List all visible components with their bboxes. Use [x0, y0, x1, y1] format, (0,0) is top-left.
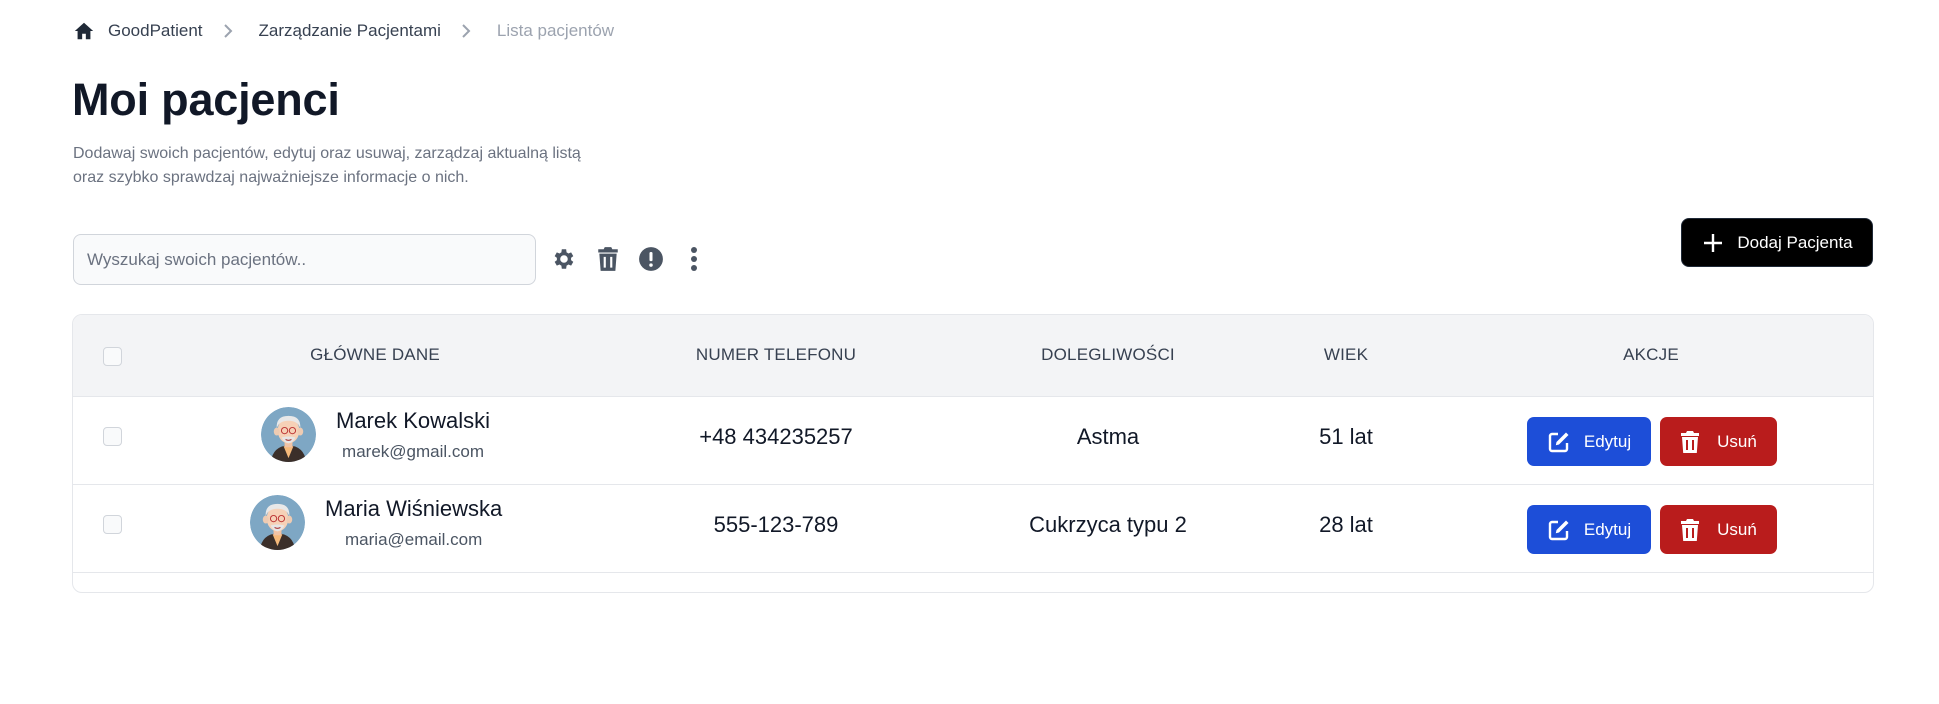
page-description: Dodawaj swoich pacjentów, edytuj oraz us… — [73, 142, 633, 190]
column-header-main[interactable]: GŁÓWNE DANE — [310, 345, 440, 365]
patients-table: GŁÓWNE DANE NUMER TELEFONU DOLEGLIWOŚCI … — [72, 314, 1874, 593]
description-line-1: Dodawaj swoich pacjentów, edytuj oraz us… — [73, 145, 581, 162]
patient-ailment: Astma — [1076, 424, 1140, 449]
table-row[interactable]: Maria Wiśniewska maria@email.com 555-123… — [73, 485, 1873, 573]
edit-button[interactable]: Edytuj — [1527, 417, 1651, 466]
plus-icon — [1701, 231, 1725, 255]
delete-label: Usuń — [1717, 431, 1757, 451]
edit-button[interactable]: Edytuj — [1527, 505, 1651, 554]
add-patient-label: Dodaj Pacjenta — [1737, 232, 1853, 252]
edit-label: Edytuj — [1583, 519, 1632, 539]
chevron-right-icon — [221, 24, 235, 38]
breadcrumb-section-link[interactable]: Zarządzanie Pacjentami — [259, 21, 441, 41]
patient-name: Marek Kowalski — [336, 408, 491, 433]
breadcrumb-current: Lista pacjentów — [496, 21, 615, 40]
column-header-phone[interactable]: NUMER TELEFONU — [696, 345, 856, 365]
table-row[interactable]: Marek Kowalski marek@gmail.com +48 43423… — [73, 397, 1873, 485]
column-header-ailments[interactable]: DOLEGLIWOŚCI — [1041, 345, 1175, 365]
patient-email: marek@gmail.com — [342, 442, 484, 461]
patient-ailment: Cukrzyca typu 2 — [1029, 512, 1187, 537]
trash-icon — [1680, 430, 1704, 454]
patient-age: 51 lat — [1319, 424, 1373, 449]
patient-phone: 555-123-789 — [713, 512, 839, 537]
breadcrumb-home-link[interactable]: GoodPatient — [108, 21, 203, 41]
select-all-checkbox[interactable] — [103, 347, 122, 366]
patient-main-data: Marek Kowalski marek@gmail.com — [261, 407, 490, 462]
more-vertical-icon[interactable] — [680, 245, 708, 273]
row-checkbox[interactable] — [103, 427, 122, 446]
avatar — [261, 407, 316, 462]
breadcrumb: GoodPatient Zarządzanie Pacjentami Lista… — [73, 20, 614, 42]
delete-label: Usuń — [1717, 519, 1757, 539]
delete-button[interactable]: Usuń — [1660, 417, 1777, 466]
description-line-2: oraz szybko sprawdzaj najważniejsze info… — [73, 169, 469, 186]
patient-main-data: Maria Wiśniewska maria@email.com — [250, 495, 502, 550]
patient-name: Maria Wiśniewska — [325, 496, 503, 521]
home-icon[interactable] — [73, 20, 95, 42]
trash-icon[interactable] — [594, 245, 622, 273]
avatar — [250, 495, 305, 550]
column-header-actions: AKCJE — [1623, 345, 1679, 364]
table-header: GŁÓWNE DANE NUMER TELEFONU DOLEGLIWOŚCI … — [73, 315, 1873, 397]
edit-icon — [1547, 430, 1571, 454]
patient-phone: +48 434235257 — [699, 424, 853, 449]
patient-email: maria@email.com — [345, 530, 483, 549]
chevron-right-icon — [459, 24, 473, 38]
row-checkbox[interactable] — [103, 515, 122, 534]
edit-label: Edytuj — [1583, 431, 1632, 451]
alert-circle-icon[interactable] — [637, 245, 665, 273]
gear-icon[interactable] — [549, 245, 577, 273]
add-patient-button[interactable]: Dodaj Pacjenta — [1681, 218, 1873, 267]
delete-button[interactable]: Usuń — [1660, 505, 1777, 554]
page-title: Moi pacjenci — [72, 74, 340, 125]
column-header-age[interactable]: WIEK — [1324, 345, 1368, 365]
trash-icon — [1680, 518, 1704, 542]
edit-icon — [1547, 518, 1571, 542]
patient-age: 28 lat — [1319, 512, 1373, 537]
search-input[interactable] — [73, 234, 536, 285]
